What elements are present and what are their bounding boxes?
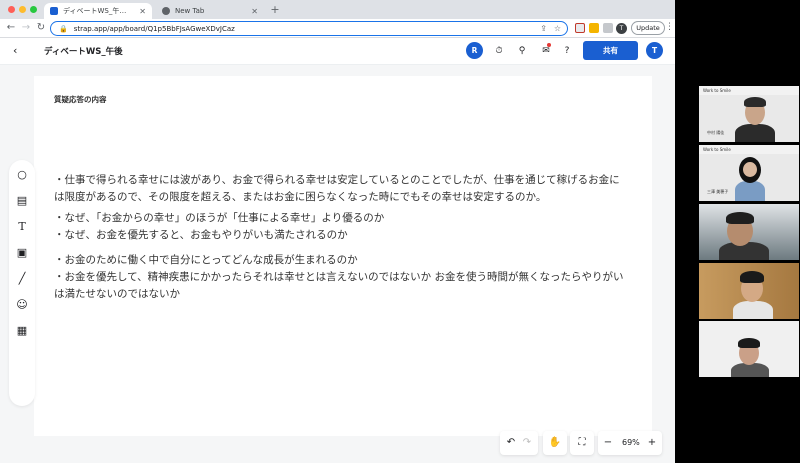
hand-icon[interactable]: ✋ bbox=[547, 435, 563, 451]
search-icon[interactable]: ⚲ bbox=[515, 44, 529, 58]
participant-hair bbox=[744, 97, 766, 107]
tool-palette: ○ ▤ T ▣ ╱ ☺ ▦ bbox=[9, 160, 35, 406]
image-icon[interactable]: ▣ bbox=[13, 244, 31, 262]
video-tile[interactable]: Work to Smile 三澤 美穂子 bbox=[699, 145, 799, 201]
extension-icon[interactable] bbox=[575, 23, 585, 33]
strap-favicon-icon bbox=[50, 7, 58, 15]
timer-icon[interactable]: ⏱ bbox=[492, 44, 506, 58]
participant-body bbox=[733, 301, 773, 319]
participant-name: 中村 陽佳 bbox=[707, 130, 725, 135]
video-strip: Work to Smile 中村 陽佳 Work to Smile 三澤 美穂子 bbox=[675, 0, 800, 463]
hand-tool-bar: ✋ bbox=[543, 431, 567, 455]
address-bar[interactable]: 🔒 strap.app/app/board/Q1p5BbFJsAGweXDvJC… bbox=[50, 21, 568, 36]
note-line: ・なぜ、「お金からの幸せ」のほうが「仕事による幸せ」より優るのか bbox=[54, 212, 385, 224]
back-chevron-icon[interactable]: ‹ bbox=[13, 44, 17, 57]
video-tile[interactable] bbox=[699, 263, 799, 319]
participant-body bbox=[735, 124, 775, 142]
update-button[interactable]: Update bbox=[631, 21, 665, 35]
fit-view-bar: ⛶ bbox=[570, 431, 594, 455]
sticky-note-icon[interactable]: ▤ bbox=[13, 192, 31, 210]
note-line: は限度があるので、その限度を超える、またはお金に困らなくなった時にでもその幸せは… bbox=[54, 191, 547, 203]
share-button[interactable]: 共有 bbox=[583, 41, 638, 60]
minimize-window-button[interactable] bbox=[19, 6, 26, 13]
extension-icon[interactable] bbox=[589, 23, 599, 33]
slide-label: Work to Smile bbox=[699, 145, 799, 154]
participant-head bbox=[743, 162, 757, 177]
zoom-in-icon[interactable]: + bbox=[644, 435, 660, 451]
line-tool-icon[interactable]: ╱ bbox=[13, 270, 31, 288]
undo-redo-bar: ↶ ↷ bbox=[500, 431, 538, 455]
note-line: は満たせないのではないか bbox=[54, 288, 180, 300]
card-heading: 質疑応答の内容 bbox=[54, 95, 107, 104]
notification-icon[interactable]: ✉ bbox=[539, 44, 553, 58]
note-line: ・仕事で得られる幸せには波があり、お金で得られる幸せは安定しているとのことでした… bbox=[54, 174, 620, 186]
bookmark-star-icon[interactable]: ☆ bbox=[554, 24, 561, 33]
puzzle-extensions-icon[interactable] bbox=[603, 23, 613, 33]
close-tab-icon[interactable]: ✕ bbox=[139, 7, 146, 16]
lock-icon: 🔒 bbox=[59, 24, 68, 33]
video-tile[interactable]: Work to Smile 中村 陽佳 bbox=[699, 86, 799, 142]
notification-badge bbox=[547, 43, 551, 47]
slide-label: Work to Smile bbox=[699, 86, 799, 95]
tab-label: ディベートWS_午後 - Strap bbox=[63, 7, 133, 15]
board-card[interactable]: 質疑応答の内容 ・仕事で得られる幸せには波があり、お金で得られる幸せは安定してい… bbox=[34, 76, 652, 436]
share-page-icon[interactable]: ⇪ bbox=[540, 24, 547, 33]
profile-avatar[interactable]: T bbox=[616, 23, 627, 34]
participant-body bbox=[731, 363, 769, 377]
user-avatar[interactable]: T bbox=[646, 42, 663, 59]
help-icon[interactable]: ? bbox=[560, 44, 574, 58]
maximize-window-button[interactable] bbox=[30, 6, 37, 13]
redo-icon[interactable]: ↷ bbox=[519, 435, 535, 451]
stamp-icon[interactable]: ☺ bbox=[13, 296, 31, 314]
reload-icon[interactable]: ↻ bbox=[34, 21, 48, 35]
note-line: ・お金を優先して、精神疾患にかかったらそれは幸せとは言えないのではないか お金を… bbox=[54, 271, 624, 283]
note-line: ・なぜ、お金を優先すると、お金もやりがいも満たされるのか bbox=[54, 229, 348, 241]
participant-hair bbox=[740, 271, 764, 283]
text-tool-icon[interactable]: T bbox=[13, 218, 31, 236]
tab-new-tab[interactable]: New Tab ✕ bbox=[156, 3, 264, 19]
tab-strip: ディベートWS_午後 - Strap ✕ New Tab ✕ + bbox=[0, 0, 675, 19]
zoom-level: 69% bbox=[622, 438, 640, 447]
globe-icon bbox=[162, 7, 170, 15]
video-tile[interactable] bbox=[699, 321, 799, 377]
tab-strap-board[interactable]: ディベートWS_午後 - Strap ✕ bbox=[44, 3, 152, 19]
browser-window: ディベートWS_午後 - Strap ✕ New Tab ✕ + ← → ↻ 🔒… bbox=[0, 0, 675, 463]
app-header: ‹ ディベートWS_午後 R ⏱ ⚲ ✉ ? 共有 T bbox=[0, 38, 675, 65]
shape-circle-icon[interactable]: ○ bbox=[13, 166, 31, 184]
new-tab-button[interactable]: + bbox=[268, 3, 282, 17]
board-title: ディベートWS_午後 bbox=[44, 47, 123, 57]
fit-screen-icon[interactable]: ⛶ bbox=[574, 435, 590, 451]
forward-arrow-icon[interactable]: → bbox=[19, 21, 33, 35]
zoom-bar: − 69% + bbox=[598, 431, 662, 455]
participant-name: 三澤 美穂子 bbox=[707, 189, 729, 194]
url-text: strap.app/app/board/Q1p5BbFJsAGweXDvJCaz bbox=[73, 24, 235, 33]
tab-label: New Tab bbox=[175, 7, 205, 15]
video-tile[interactable] bbox=[699, 204, 799, 260]
close-tab-icon[interactable]: ✕ bbox=[251, 7, 258, 16]
undo-icon[interactable]: ↶ bbox=[503, 435, 519, 451]
participant-hair bbox=[738, 338, 760, 348]
board-canvas[interactable]: 質疑応答の内容 ・仕事で得られる幸せには波があり、お金で得られる幸せは安定してい… bbox=[0, 65, 675, 463]
note-line: ・お金のために働く中で自分にとってどんな成長が生まれるのか bbox=[54, 254, 358, 266]
zoom-out-icon[interactable]: − bbox=[600, 435, 616, 451]
template-icon[interactable]: ▦ bbox=[13, 322, 31, 340]
more-menu-icon[interactable]: ⋮ bbox=[665, 22, 674, 32]
back-arrow-icon[interactable]: ← bbox=[4, 21, 18, 35]
participant-body bbox=[735, 181, 765, 201]
browser-toolbar: ← → ↻ 🔒 strap.app/app/board/Q1p5BbFJsAGw… bbox=[0, 19, 675, 38]
collaborator-avatar[interactable]: R bbox=[466, 42, 483, 59]
close-window-button[interactable] bbox=[8, 6, 15, 13]
participant-hair bbox=[726, 212, 754, 224]
